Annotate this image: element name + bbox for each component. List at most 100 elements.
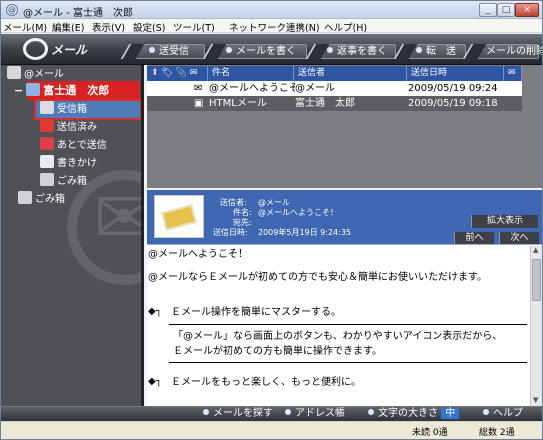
row-sender: @メール <box>295 83 335 94</box>
total-count: 総数 2通 <box>479 428 515 438</box>
body-intro: @メールならＥメールが初めての方でも安心＆簡単にお使いいただけます。 <box>148 272 487 283</box>
inbox-label: 受信箱 <box>57 104 87 115</box>
section-title: Ｅメール操作を簡単にマスターする。 <box>171 307 341 318</box>
later-label: あとで送信 <box>57 140 107 151</box>
body-paragraph-line-2: Ｅメールが初めての方も簡単に操作できます。 <box>173 346 382 357</box>
bottom-toolbar: メールを探す アドレス帳 文字の大きさ 中 ヘルプ <box>1 406 542 421</box>
sent-label: 送信済み <box>57 122 97 133</box>
reply-label: 返事を書く <box>337 46 387 57</box>
minimize-button[interactable]: _ <box>479 3 497 17</box>
expand-minus-icon: − <box>14 84 24 97</box>
drafts-label: 書きかけ <box>57 158 97 169</box>
row-subject: @メールへようこそ！ <box>209 83 295 94</box>
table-row[interactable]: ✉ @メールへようこそ！ @メール 2009/05/19 09:24 <box>147 81 522 96</box>
help-button[interactable]: ヘルプ <box>483 408 523 420</box>
row-date: 2009/05/19 09:24 <box>408 83 498 94</box>
user-trash-label: ごみ箱 <box>57 176 87 187</box>
folder-inbox[interactable]: 受信箱 <box>40 101 87 118</box>
compose-label: メールを書く <box>236 46 296 57</box>
header-options-icon[interactable]: ✉ <box>504 66 522 81</box>
header-subject[interactable]: 件名 <box>208 66 294 81</box>
folder-drafts[interactable]: 書きかけ <box>40 155 97 172</box>
close-button[interactable]: × <box>515 3 539 17</box>
scroll-down-icon[interactable]: ▼ <box>533 397 540 404</box>
flag-icon: 🏷 <box>161 68 173 78</box>
later-send-icon <box>40 137 54 150</box>
unread-count: 未読 0通 <box>412 428 448 438</box>
menu-edit[interactable]: 編集(E) <box>52 20 84 34</box>
section-bullet-icon: ◆┐ <box>148 376 162 387</box>
forward-button[interactable]: 転 送 <box>406 44 466 59</box>
button-bullet-icon <box>416 47 422 53</box>
text-size-label: 文字の大きさ <box>378 408 438 419</box>
next-button[interactable]: 次へ <box>499 232 539 244</box>
title-bar: @ @メール - 富士通 次郎 _ □ × <box>1 1 542 19</box>
html-mail-icon: ▣ <box>194 98 204 109</box>
forward-label: 転 送 <box>426 46 456 57</box>
button-bullet-icon <box>327 47 333 53</box>
folder-sent[interactable]: 送信済み <box>40 119 97 136</box>
menu-network[interactable]: ネットワーク連携(N) <box>229 20 320 34</box>
header-date[interactable]: 送信日時 <box>407 66 504 81</box>
section-divider <box>169 324 527 325</box>
menu-tools[interactable]: ツール(T) <box>173 20 215 34</box>
address-book-button[interactable]: アドレス帳 <box>285 408 345 420</box>
window-title: @メール - 富士通 次郎 <box>23 8 133 19</box>
scroll-thumb[interactable] <box>532 259 541 301</box>
gear-icon <box>7 66 21 79</box>
button-bullet-icon <box>226 47 232 53</box>
envelope-icon <box>154 195 204 238</box>
folder-trash[interactable]: ごみ箱 <box>18 191 65 208</box>
text-size-value: 中 <box>441 408 460 419</box>
mail-open-icon: ✉ <box>194 83 203 94</box>
folder-later[interactable]: あとで送信 <box>40 137 107 154</box>
status-bar: 未読 0通 総数 2通 <box>1 421 542 439</box>
message-list: ⬆ 🏷 📎 ✉ 件名 送信者 送信日時 ✉ ✉ @メールへようこそ！ @メール … <box>147 65 542 188</box>
at-logo-icon: @ <box>23 38 48 60</box>
header-sender[interactable]: 送信者 <box>294 66 407 81</box>
tree-user-label: 富士通 次郎 <box>43 84 110 97</box>
previous-button[interactable]: 前へ <box>454 232 494 244</box>
envelope-card <box>161 204 197 231</box>
vertical-scrollbar[interactable]: ▲ ▼ <box>530 246 542 406</box>
menu-view[interactable]: 表示(V) <box>92 20 125 34</box>
scroll-up-icon[interactable]: ▲ <box>533 247 540 254</box>
date-label: 送信日時: <box>213 228 248 237</box>
table-row[interactable]: ▣ HTMLメール 富士通 太郎 2009/05/19 09:18 <box>147 96 522 111</box>
menu-mail[interactable]: メール(M) <box>3 20 47 34</box>
menu-help[interactable]: ヘルプ(H) <box>324 20 367 34</box>
logo-text: メール <box>51 43 88 57</box>
tree-user[interactable]: − 富士通 次郎 <box>14 82 109 99</box>
header-icons: ⬆ 🏷 📎 ✉ <box>147 66 208 81</box>
app-icon: @ <box>6 4 18 16</box>
send-receive-label: 送受信 <box>159 46 189 57</box>
preview-header: 送信者: @メール 件名: @メールへようこそ！ 宛先: 送信日時: 2009年… <box>147 190 542 245</box>
folder-sidebar: ✉ @メール −富士通 次郎 受信箱 送信済み あとで送信 書きかけ ごみ箱 ご… <box>1 65 144 406</box>
user-icon <box>26 83 41 96</box>
folder-user-trash[interactable]: ごみ箱 <box>40 173 87 190</box>
body-paragraph-line-1: 「@メール」なら画面上のボタンも、わかりやすいアイコン表示だから、 <box>173 331 503 342</box>
delete-mail-button[interactable]: メールの削除 <box>475 44 542 59</box>
message-body: @メールへようこそ！ @メールならＥメールが初めての方でも安心＆簡単にお使いいた… <box>147 246 530 406</box>
search-mail-button[interactable]: メールを探す <box>203 408 273 420</box>
section-bullet-icon: ◆┐ <box>148 306 162 317</box>
button-bullet-icon <box>149 47 155 53</box>
inbox-icon <box>40 101 54 114</box>
enlarge-button[interactable]: 拡大表示 <box>471 215 538 228</box>
send-receive-button[interactable]: 送受信 <box>133 44 205 59</box>
date-value: 2009年5月19日 9:24:35 <box>258 228 352 237</box>
menu-settings[interactable]: 設定(S) <box>133 20 165 34</box>
trash-icon <box>40 173 54 186</box>
trash-icon <box>18 191 32 204</box>
text-size-button[interactable]: 文字の大きさ 中 <box>368 408 460 420</box>
reply-button[interactable]: 返事を書く <box>318 44 396 59</box>
compose-button[interactable]: メールを書く <box>215 44 307 59</box>
main-toolbar: @ メール 送受信 メールを書く 返事を書く 転 送 メールの削除 <box>1 34 542 65</box>
maximize-button[interactable]: □ <box>497 3 515 17</box>
row-date: 2009/05/19 09:18 <box>408 98 498 109</box>
draft-icon <box>40 155 54 168</box>
section-title: Ｅメールをもっと楽しく、もっと便利に。 <box>171 377 361 388</box>
delete-mail-label: メールの削除 <box>486 46 543 57</box>
attachment-icon: 📎 <box>175 68 187 78</box>
sent-icon <box>40 119 54 132</box>
